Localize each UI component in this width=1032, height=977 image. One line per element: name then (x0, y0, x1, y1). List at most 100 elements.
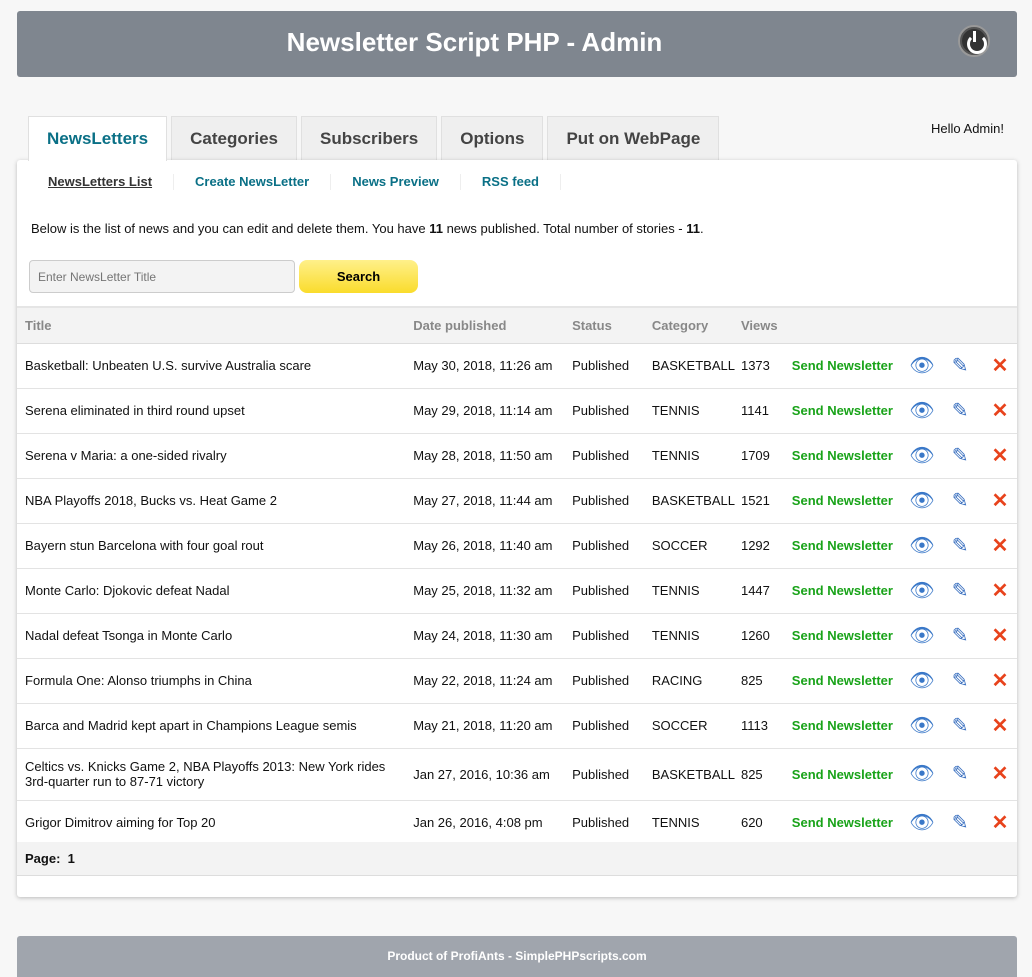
total-stories: 11 (686, 221, 700, 236)
info-end: . (700, 221, 704, 236)
page-label: Page: (25, 851, 60, 866)
edit-pencil-icon[interactable]: ✎ (949, 580, 971, 602)
edit-pencil-icon[interactable]: ✎ (949, 625, 971, 647)
send-newsletter-link[interactable]: Send Newsletter (792, 478, 909, 523)
view-eye-icon[interactable]: 👁 (909, 812, 931, 834)
row-status: Published (572, 433, 652, 478)
send-newsletter-link[interactable]: Send Newsletter (792, 658, 909, 703)
logout-power-icon[interactable] (958, 25, 990, 57)
row-views: 1113 (741, 703, 792, 748)
delete-x-icon[interactable]: ✕ (989, 445, 1011, 467)
table-row: Grigor Dimitrov aiming for Top 20Jan 26,… (17, 800, 1017, 845)
view-eye-icon[interactable]: 👁 (909, 445, 931, 467)
delete-x-icon[interactable]: ✕ (989, 490, 1011, 512)
view-eye-icon[interactable]: 👁 (909, 670, 931, 692)
edit-pencil-icon[interactable]: ✎ (949, 400, 971, 422)
table-row: Barca and Madrid kept apart in Champions… (17, 703, 1017, 748)
view-eye-icon[interactable]: 👁 (909, 580, 931, 602)
tab-subscribers[interactable]: Subscribers (301, 116, 437, 160)
search-button[interactable]: Search (299, 260, 418, 293)
col-views[interactable]: Views (741, 307, 792, 343)
row-views: 1260 (741, 613, 792, 658)
row-status: Published (572, 568, 652, 613)
subnav-newsletters-list[interactable]: NewsLetters List (27, 174, 174, 190)
subnav-rss-feed[interactable]: RSS feed (461, 174, 561, 190)
row-views: 1521 (741, 478, 792, 523)
page-title: Newsletter Script PHP - Admin (17, 27, 932, 58)
send-newsletter-link[interactable]: Send Newsletter (792, 343, 909, 388)
info-pre: Below is the list of news and you can ed… (31, 221, 429, 236)
row-views: 1292 (741, 523, 792, 568)
delete-x-icon[interactable]: ✕ (989, 715, 1011, 737)
greeting: Hello Admin! (931, 121, 1004, 136)
send-newsletter-link[interactable]: Send Newsletter (792, 748, 909, 800)
row-status: Published (572, 388, 652, 433)
table-row: Serena eliminated in third round upsetMa… (17, 388, 1017, 433)
send-newsletter-link[interactable]: Send Newsletter (792, 703, 909, 748)
row-views: 825 (741, 748, 792, 800)
edit-pencil-icon[interactable]: ✎ (949, 445, 971, 467)
row-views: 1709 (741, 433, 792, 478)
send-newsletter-link[interactable]: Send Newsletter (792, 568, 909, 613)
view-eye-icon[interactable]: 👁 (909, 355, 931, 377)
send-newsletter-link[interactable]: Send Newsletter (792, 523, 909, 568)
row-category: TENNIS (652, 800, 741, 845)
edit-pencil-icon[interactable]: ✎ (949, 670, 971, 692)
col-title[interactable]: Title (17, 307, 413, 343)
delete-x-icon[interactable]: ✕ (989, 535, 1011, 557)
row-title: Barca and Madrid kept apart in Champions… (17, 703, 413, 748)
row-category: TENNIS (652, 613, 741, 658)
row-date: May 22, 2018, 11:24 am (413, 658, 572, 703)
row-category: SOCCER (652, 523, 741, 568)
col-category[interactable]: Category (652, 307, 741, 343)
delete-x-icon[interactable]: ✕ (989, 812, 1011, 834)
edit-pencil-icon[interactable]: ✎ (949, 535, 971, 557)
content-panel: NewsLetters List Create NewsLetter News … (17, 160, 1017, 897)
row-views: 825 (741, 658, 792, 703)
table-row: Celtics vs. Knicks Game 2, NBA Playoffs … (17, 748, 1017, 800)
sub-navigation: NewsLetters List Create NewsLetter News … (27, 174, 561, 190)
edit-pencil-icon[interactable]: ✎ (949, 715, 971, 737)
view-eye-icon[interactable]: 👁 (909, 763, 931, 785)
edit-pencil-icon[interactable]: ✎ (949, 812, 971, 834)
row-status: Published (572, 748, 652, 800)
row-status: Published (572, 613, 652, 658)
row-title: Nadal defeat Tsonga in Monte Carlo (17, 613, 413, 658)
edit-pencil-icon[interactable]: ✎ (949, 763, 971, 785)
table-row: NBA Playoffs 2018, Bucks vs. Heat Game 2… (17, 478, 1017, 523)
row-status: Published (572, 343, 652, 388)
send-newsletter-link[interactable]: Send Newsletter (792, 800, 909, 845)
edit-pencil-icon[interactable]: ✎ (949, 355, 971, 377)
edit-pencil-icon[interactable]: ✎ (949, 490, 971, 512)
tab-put-on-webpage[interactable]: Put on WebPage (547, 116, 719, 160)
tab-categories[interactable]: Categories (171, 116, 297, 160)
view-eye-icon[interactable]: 👁 (909, 715, 931, 737)
delete-x-icon[interactable]: ✕ (989, 625, 1011, 647)
send-newsletter-link[interactable]: Send Newsletter (792, 433, 909, 478)
delete-x-icon[interactable]: ✕ (989, 763, 1011, 785)
delete-x-icon[interactable]: ✕ (989, 355, 1011, 377)
subnav-create-newsletter[interactable]: Create NewsLetter (174, 174, 331, 190)
tab-newsletters[interactable]: NewsLetters (28, 116, 167, 161)
row-date: Jan 27, 2016, 10:36 am (413, 748, 572, 800)
subnav-news-preview[interactable]: News Preview (331, 174, 461, 190)
delete-x-icon[interactable]: ✕ (989, 400, 1011, 422)
table-row: Nadal defeat Tsonga in Monte CarloMay 24… (17, 613, 1017, 658)
col-status[interactable]: Status (572, 307, 652, 343)
header: Newsletter Script PHP - Admin (17, 11, 1017, 77)
view-eye-icon[interactable]: 👁 (909, 490, 931, 512)
page-1-link[interactable]: 1 (68, 851, 75, 866)
col-date[interactable]: Date published (413, 307, 572, 343)
row-status: Published (572, 703, 652, 748)
view-eye-icon[interactable]: 👁 (909, 535, 931, 557)
view-eye-icon[interactable]: 👁 (909, 400, 931, 422)
view-eye-icon[interactable]: 👁 (909, 625, 931, 647)
row-views: 1373 (741, 343, 792, 388)
search-input[interactable] (29, 260, 295, 293)
delete-x-icon[interactable]: ✕ (989, 580, 1011, 602)
row-date: May 27, 2018, 11:44 am (413, 478, 572, 523)
tab-options[interactable]: Options (441, 116, 543, 160)
send-newsletter-link[interactable]: Send Newsletter (792, 613, 909, 658)
send-newsletter-link[interactable]: Send Newsletter (792, 388, 909, 433)
delete-x-icon[interactable]: ✕ (989, 670, 1011, 692)
